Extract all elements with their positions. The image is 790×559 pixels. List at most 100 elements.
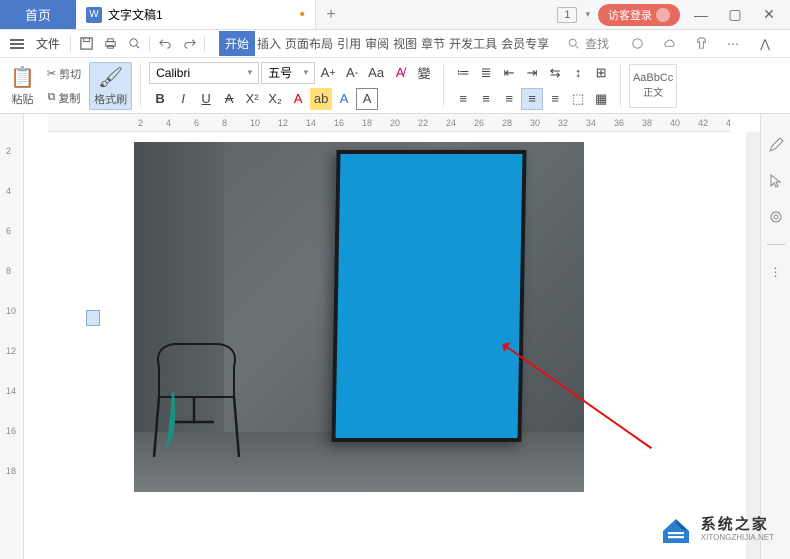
scrollbar-vertical[interactable] — [746, 132, 760, 559]
shrink-font-button[interactable]: A- — [341, 62, 363, 84]
cursor-icon[interactable] — [767, 172, 785, 190]
window-index-dropdown-icon[interactable]: ▾ — [585, 9, 590, 20]
ribbon-tab-page-layout[interactable]: 页面布局 — [283, 31, 335, 56]
ruler-tick: 6 — [6, 226, 11, 236]
strike-button[interactable]: A — [218, 88, 240, 110]
underline-button[interactable]: U — [195, 88, 217, 110]
tab-document[interactable]: W 文字文稿1 • — [76, 0, 316, 29]
italic-button[interactable]: I — [172, 88, 194, 110]
titlebar-right: 1 ▾ 访客登录 — ▢ ✕ — [557, 0, 790, 29]
ruler-tick: 24 — [446, 118, 456, 128]
scissors-icon: ✂ — [47, 67, 56, 80]
document-area: 2 4 6 8 10 12 14 16 18 2 4 6 8 10 12 14 … — [0, 114, 790, 559]
ruler-tick: 14 — [306, 118, 316, 128]
align-right-button[interactable]: ≡ — [498, 88, 520, 110]
tab-button[interactable]: ⇆ — [544, 62, 566, 84]
close-button[interactable]: ✕ — [756, 2, 782, 28]
image-blue-frame — [331, 150, 526, 442]
grow-font-button[interactable]: A+ — [317, 62, 339, 84]
char-border-button[interactable]: A — [356, 88, 378, 110]
ruler-tick: 36 — [614, 118, 624, 128]
highlight-button[interactable]: ab — [310, 88, 332, 110]
decrease-indent-button[interactable]: ⇤ — [498, 62, 520, 84]
embedded-image[interactable] — [134, 142, 584, 492]
sort-button[interactable]: ⊞ — [590, 62, 612, 84]
maximize-button[interactable]: ▢ — [722, 2, 748, 28]
shading-button[interactable]: ⬚ — [567, 88, 589, 110]
bullets-button[interactable]: ≔ — [452, 62, 474, 84]
search-box[interactable]: 查找 — [560, 32, 616, 55]
distribute-button[interactable]: ≡ — [544, 88, 566, 110]
ruler-tick: 30 — [530, 118, 540, 128]
align-left-button[interactable]: ≡ — [452, 88, 474, 110]
ruler-tick: 18 — [362, 118, 372, 128]
font-color-button[interactable]: A — [287, 88, 309, 110]
chevron-down-icon: ▾ — [304, 67, 309, 78]
text-effects-button[interactable]: A — [333, 88, 355, 110]
window-index[interactable]: 1 — [557, 7, 577, 23]
side-panel: ⋮ — [760, 114, 790, 559]
cloud-icon[interactable] — [658, 33, 680, 55]
font-size-select[interactable]: 五号▾ — [261, 62, 315, 84]
ruler-tick: 28 — [502, 118, 512, 128]
format-painter-button[interactable]: 🖌 格式刷 — [89, 62, 132, 110]
copy-label: 复制 — [58, 90, 80, 106]
ruler-vertical[interactable]: 2 4 6 8 10 12 14 16 18 — [0, 114, 24, 559]
guest-login-button[interactable]: 访客登录 — [598, 4, 680, 26]
ribbon-tab-references[interactable]: 引用 — [335, 31, 363, 56]
cut-button[interactable]: ✂剪切 — [43, 64, 85, 84]
ruler-tick: 4 — [166, 118, 171, 128]
watermark: 系统之家 XITONGZHIJIA.NET — [659, 515, 774, 545]
sync-icon[interactable] — [626, 33, 648, 55]
font-group: Calibri▾ 五号▾ A+ A- Aa A̸ 變 B I U A X² X₂… — [149, 62, 435, 110]
bold-button[interactable]: B — [149, 88, 171, 110]
superscript-button[interactable]: X² — [241, 88, 263, 110]
separator — [443, 65, 444, 107]
print-preview-icon[interactable] — [123, 33, 145, 55]
ribbon-tab-start[interactable]: 开始 — [219, 31, 255, 56]
more-icon[interactable]: ⋯ — [722, 33, 744, 55]
skin-icon[interactable] — [690, 33, 712, 55]
style-normal[interactable]: AaBbCc 正文 — [629, 64, 677, 108]
borders-button[interactable]: ▦ — [590, 88, 612, 110]
paste-button[interactable]: 📋 粘贴 — [6, 63, 39, 109]
new-tab-button[interactable]: + — [316, 0, 346, 29]
minimize-button[interactable]: — — [688, 2, 714, 28]
file-menu[interactable]: 文件 — [30, 31, 66, 56]
more-tools-icon[interactable]: ⋮ — [767, 263, 785, 281]
ruler-tick: 4 — [6, 186, 11, 196]
clear-format-button[interactable]: A̸ — [389, 62, 411, 84]
ribbon-tab-developer[interactable]: 开发工具 — [447, 31, 499, 56]
tab-home[interactable]: 首页 — [0, 0, 76, 29]
ruler-tick: 34 — [586, 118, 596, 128]
app-menu-button[interactable] — [6, 35, 28, 53]
copy-button[interactable]: ⧉复制 — [44, 88, 85, 108]
print-icon[interactable] — [99, 33, 121, 55]
ruler-tick: 22 — [418, 118, 428, 128]
undo-icon[interactable] — [154, 33, 176, 55]
redo-icon[interactable] — [178, 33, 200, 55]
ribbon-tab-view[interactable]: 视图 — [391, 31, 419, 56]
subscript-button[interactable]: X₂ — [264, 88, 286, 110]
ruler-horizontal[interactable]: 2 4 6 8 10 12 14 16 18 20 22 24 26 28 30… — [48, 114, 730, 132]
ruler-tick: 8 — [6, 266, 11, 276]
ribbon-tab-insert[interactable]: 插入 — [255, 31, 283, 56]
ribbon-tab-review[interactable]: 审阅 — [363, 31, 391, 56]
numbering-button[interactable]: ≣ — [475, 62, 497, 84]
pencil-icon[interactable] — [767, 136, 785, 154]
settings-icon[interactable] — [767, 208, 785, 226]
line-spacing-button[interactable]: ↕ — [567, 62, 589, 84]
font-name-select[interactable]: Calibri▾ — [149, 62, 259, 84]
save-icon[interactable] — [75, 33, 97, 55]
document-canvas[interactable]: 2 4 6 8 10 12 14 16 18 20 22 24 26 28 30… — [24, 114, 760, 559]
ribbon-tab-section[interactable]: 章节 — [419, 31, 447, 56]
separator — [149, 36, 150, 52]
align-justify-button[interactable]: ≡ — [521, 88, 543, 110]
collapse-ribbon-icon[interactable]: ⋀ — [754, 33, 776, 55]
ribbon-tab-member[interactable]: 会员专享 — [499, 31, 551, 56]
align-center-button[interactable]: ≡ — [475, 88, 497, 110]
change-case-button[interactable]: Aa — [365, 62, 387, 84]
phonetic-guide-button[interactable]: 變 — [413, 62, 435, 84]
font-name-value: Calibri — [156, 66, 190, 80]
increase-indent-button[interactable]: ⇥ — [521, 62, 543, 84]
